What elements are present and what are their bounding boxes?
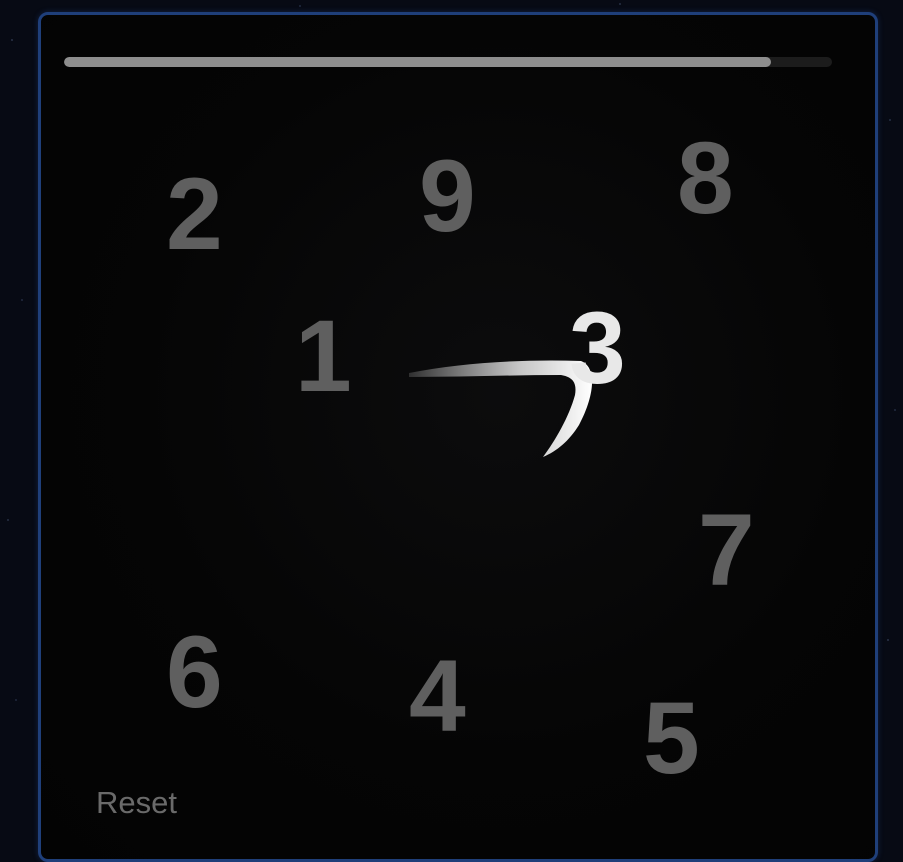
digit-key-9[interactable]: 9: [419, 145, 476, 247]
digit-key-3[interactable]: 3: [569, 297, 626, 399]
digit-key-6[interactable]: 6: [166, 621, 223, 723]
digit-key-8[interactable]: 8: [677, 127, 734, 229]
digit-key-5[interactable]: 5: [643, 687, 700, 789]
digit-key-1[interactable]: 1: [295, 305, 352, 407]
digit-key-7[interactable]: 7: [698, 499, 755, 601]
timer-bar-fill: [64, 57, 771, 67]
digit-key-2[interactable]: 2: [166, 163, 223, 265]
digit-key-4[interactable]: 4: [409, 645, 466, 747]
timer-bar: [64, 57, 832, 67]
swipe-trail-stroke: [409, 360, 593, 457]
reset-button[interactable]: Reset: [96, 785, 177, 821]
game-panel: 2 9 8 1 3 7 6 4 5 Reset: [38, 12, 878, 862]
